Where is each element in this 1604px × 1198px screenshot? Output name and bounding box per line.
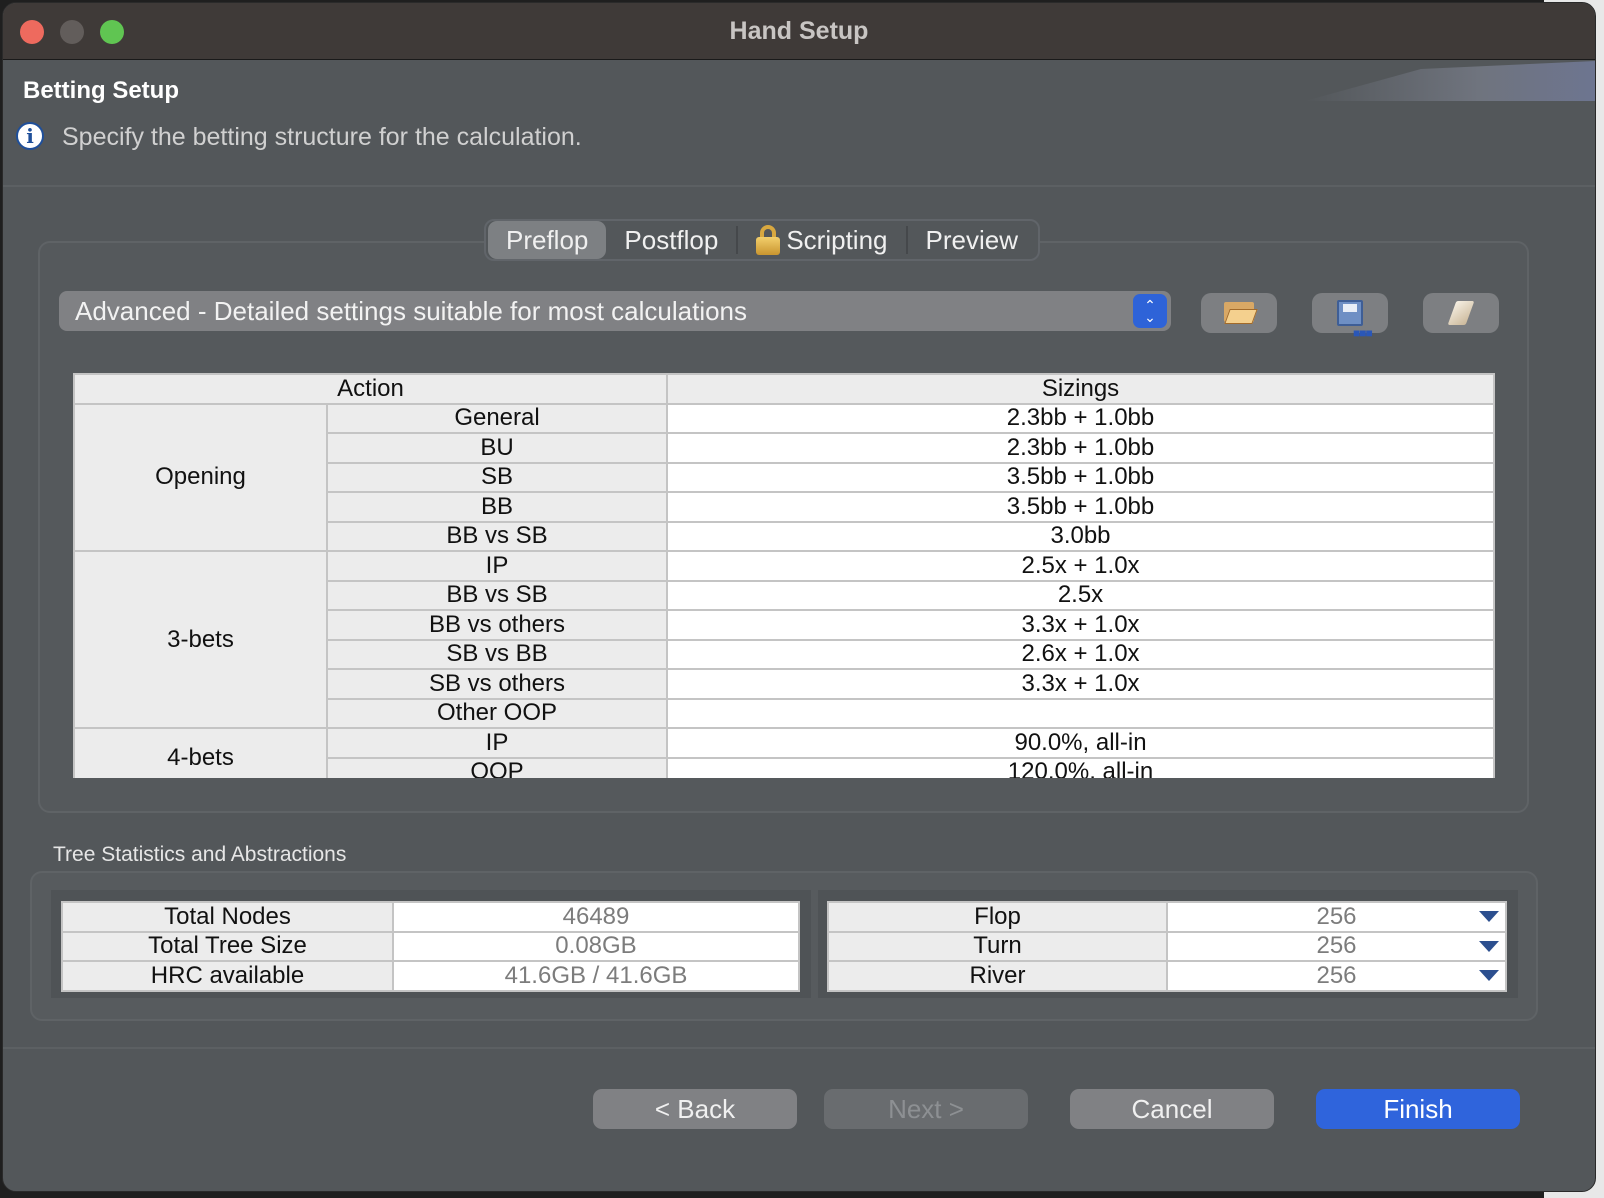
abstraction-row: Turn 256	[827, 930, 1507, 962]
abstractions-table: Flop 256 Turn 256 River 256	[827, 901, 1507, 992]
sizing-cell[interactable]: 2.6x + 1.0x	[666, 638, 1495, 670]
sizing-cell[interactable]: 2.5x + 1.0x	[666, 550, 1495, 582]
window-title: Hand Setup	[729, 17, 869, 45]
save-preset-button[interactable]: ■■■	[1312, 293, 1388, 340]
sizing-cell[interactable]: 3.3x + 1.0x	[666, 668, 1495, 700]
titlebar: Hand Setup	[3, 3, 1595, 60]
stat-value: 46489	[392, 901, 800, 933]
eraser-icon	[1447, 301, 1475, 325]
action-group-cell: 4-bets	[73, 727, 328, 778]
action-cell: SB vs BB	[325, 638, 669, 670]
sizing-cell[interactable]: 90.0%, all-in	[666, 727, 1495, 759]
sizing-cell[interactable]: 2.5x	[666, 579, 1495, 611]
abstraction-value: 256	[1316, 932, 1357, 960]
next-button[interactable]: Next >	[824, 1089, 1028, 1129]
action-cell: BB vs SB	[325, 579, 669, 611]
page-title: Betting Setup	[23, 77, 179, 104]
stat-label: Total Nodes	[61, 901, 394, 933]
hand-setup-dialog: Hand Setup Betting Setup i Specify the b…	[2, 2, 1596, 1192]
sizing-cell[interactable]: 3.0bb	[666, 520, 1495, 552]
stats-row: Total Nodes 46489	[61, 901, 800, 933]
stat-label: Total Tree Size	[61, 930, 394, 962]
stats-row: HRC available 41.6GB / 41.6GB	[61, 960, 800, 992]
tab-preflop[interactable]: Preflop	[488, 221, 607, 259]
cancel-button[interactable]: Cancel	[1070, 1089, 1274, 1129]
action-cell: SB vs others	[325, 668, 669, 700]
action-cell: Other OOP	[325, 697, 669, 729]
stat-value: 41.6GB / 41.6GB	[392, 960, 800, 992]
abstraction-dropdown[interactable]: 256	[1166, 930, 1507, 962]
save-as-icon: ■■■	[1337, 300, 1373, 340]
action-cell: BB vs SB	[325, 520, 669, 552]
action-cell: SB	[325, 461, 669, 493]
tab-scripting[interactable]: Scripting	[738, 221, 905, 259]
abstraction-row: Flop 256	[827, 901, 1507, 933]
clear-preset-button[interactable]	[1423, 293, 1499, 333]
action-cell: BB vs others	[325, 609, 669, 641]
abstraction-row: River 256	[827, 960, 1507, 992]
action-cell: General	[325, 402, 669, 434]
column-header-sizings: Sizings	[666, 373, 1495, 405]
tree-stats-table: Total Nodes 46489 Total Tree Size 0.08GB HRC…	[61, 901, 800, 992]
sizing-cell[interactable]: 2.3bb + 1.0bb	[666, 432, 1495, 464]
tree-stats-label: Tree Statistics and Abstractions	[53, 843, 347, 866]
info-icon: i	[16, 122, 44, 150]
banner-graphic	[1305, 61, 1595, 101]
action-cell: BB	[325, 491, 669, 523]
abstraction-value: 256	[1316, 961, 1357, 989]
tab-label: Preview	[925, 224, 1018, 255]
dropdown-arrow-icon[interactable]	[1479, 911, 1499, 922]
folder-open-icon	[1224, 302, 1258, 324]
dropdown-arrow-icon[interactable]	[1479, 970, 1499, 981]
table-row: 3-bets IP 2.5x + 1.0x	[73, 550, 1495, 729]
action-group-cell: Opening	[73, 402, 328, 552]
tab-preview[interactable]: Preview	[908, 221, 1036, 259]
column-header-action: Action	[73, 373, 669, 405]
tab-label: Postflop	[624, 224, 719, 255]
sizing-cell[interactable]: 3.5bb + 1.0bb	[666, 491, 1495, 523]
abstraction-label: Flop	[827, 901, 1168, 933]
tab-bar: Preflop Postflop Scripting Preview	[484, 219, 1040, 261]
action-cell: IP	[325, 550, 669, 582]
finish-button[interactable]: Finish	[1316, 1089, 1520, 1129]
sizing-cell[interactable]: 120.0%, all-in	[666, 756, 1495, 778]
load-preset-button[interactable]	[1201, 293, 1277, 333]
sizing-cell[interactable]: 2.3bb + 1.0bb	[666, 402, 1495, 434]
preset-selected-value: Advanced - Detailed settings suitable fo…	[75, 295, 748, 326]
sizing-cell[interactable]: 3.5bb + 1.0bb	[666, 461, 1495, 493]
preset-select[interactable]: Advanced - Detailed settings suitable fo…	[59, 291, 1171, 331]
action-cell: OOP	[325, 756, 669, 778]
tab-postflop[interactable]: Postflop	[606, 221, 736, 259]
action-cell: IP	[325, 727, 669, 759]
footer-divider	[3, 1047, 1595, 1049]
tab-label: Preflop	[506, 224, 589, 255]
abstraction-dropdown[interactable]: 256	[1166, 960, 1507, 992]
lock-icon	[756, 225, 781, 255]
abstraction-value: 256	[1316, 902, 1357, 930]
abstraction-dropdown[interactable]: 256	[1166, 901, 1507, 933]
stats-row: Total Tree Size 0.08GB	[61, 930, 800, 962]
sizing-cell[interactable]: 3.3x + 1.0x	[666, 609, 1495, 641]
table-row: Opening General 2.3bb + 1.0bb	[73, 402, 1495, 552]
tab-label: Scripting	[786, 224, 888, 255]
sizings-table[interactable]: Action Sizings Opening General 2.3bb + 1.0…	[73, 373, 1495, 778]
abstraction-label: River	[827, 960, 1168, 992]
back-button[interactable]: < Back	[593, 1089, 797, 1129]
stat-label: HRC available	[61, 960, 394, 992]
stat-value: 0.08GB	[392, 930, 800, 962]
action-cell: BU	[325, 432, 669, 464]
abstraction-label: Turn	[827, 930, 1168, 962]
table-row: 4-bets IP 90.0%, all-in	[73, 727, 1495, 778]
sizing-cell[interactable]	[666, 697, 1495, 729]
action-group-cell: 3-bets	[73, 550, 328, 729]
page-description: Specify the betting structure for the ca…	[62, 123, 582, 151]
table-header-row: Action Sizings	[73, 373, 1495, 405]
wizard-header: Betting Setup i Specify the betting stru…	[3, 61, 1595, 187]
chevron-up-down-icon[interactable]: ⌃ ⌄	[1133, 294, 1167, 328]
dropdown-arrow-icon[interactable]	[1479, 940, 1499, 952]
